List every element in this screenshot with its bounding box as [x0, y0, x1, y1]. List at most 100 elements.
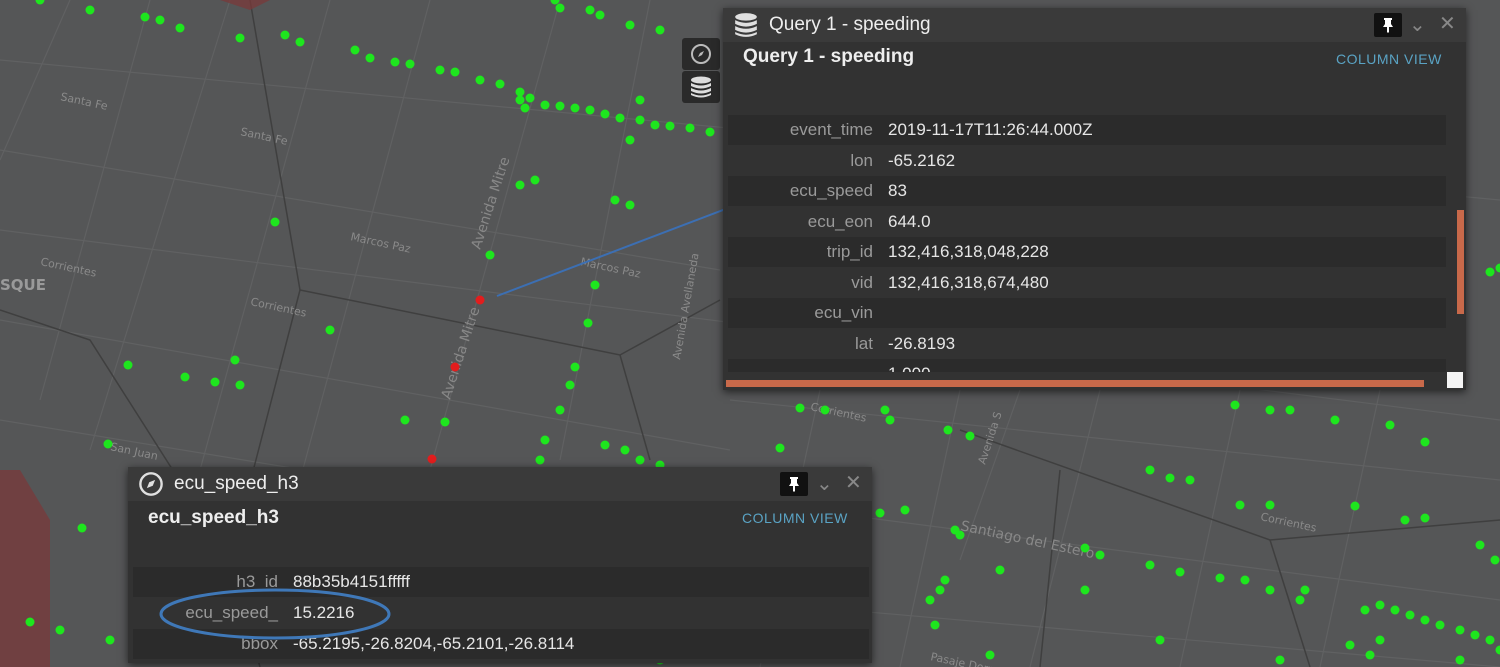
vehicle-point[interactable]	[635, 455, 645, 465]
speeding-point[interactable]	[475, 295, 485, 305]
vehicle-point[interactable]	[943, 425, 953, 435]
vehicle-point[interactable]	[570, 103, 580, 113]
vehicle-point[interactable]	[705, 127, 715, 137]
vehicle-point[interactable]	[1145, 560, 1155, 570]
vehicle-point[interactable]	[77, 523, 87, 533]
vehicle-point[interactable]	[625, 135, 635, 145]
vehicle-point[interactable]	[1295, 595, 1305, 605]
vehicle-point[interactable]	[155, 15, 165, 25]
vehicle-point[interactable]	[1475, 540, 1485, 550]
speeding-point[interactable]	[450, 362, 460, 372]
vehicle-point[interactable]	[515, 87, 525, 97]
vehicle-point[interactable]	[1215, 573, 1225, 583]
database-button[interactable]	[682, 71, 720, 103]
vehicle-point[interactable]	[625, 20, 635, 30]
compass-button[interactable]	[682, 38, 720, 70]
vehicle-point[interactable]	[280, 30, 290, 40]
vehicle-point[interactable]	[1330, 415, 1340, 425]
vehicle-point[interactable]	[665, 121, 675, 131]
vehicle-point[interactable]	[230, 355, 240, 365]
vehicle-point[interactable]	[1485, 267, 1495, 277]
vehicle-point[interactable]	[1400, 515, 1410, 525]
vehicle-point[interactable]	[1485, 635, 1495, 645]
vehicle-point[interactable]	[515, 95, 525, 105]
vehicle-point[interactable]	[820, 405, 830, 415]
vehicle-point[interactable]	[595, 10, 605, 20]
vehicle-point[interactable]	[570, 362, 580, 372]
vehicle-point[interactable]	[600, 109, 610, 119]
vehicle-point[interactable]	[103, 439, 113, 449]
vehicle-point[interactable]	[1230, 400, 1240, 410]
vehicle-point[interactable]	[965, 431, 975, 441]
vehicle-point[interactable]	[1385, 420, 1395, 430]
vehicle-point[interactable]	[485, 250, 495, 260]
vehicle-point[interactable]	[1285, 405, 1295, 415]
vehicle-point[interactable]	[1360, 605, 1370, 615]
vehicle-point[interactable]	[985, 650, 995, 660]
vehicle-point[interactable]	[235, 33, 245, 43]
vehicle-point[interactable]	[1235, 500, 1245, 510]
vehicle-point[interactable]	[450, 67, 460, 77]
vehicle-point[interactable]	[635, 115, 645, 125]
vehicle-point[interactable]	[1420, 615, 1430, 625]
vehicle-point[interactable]	[515, 180, 525, 190]
vehicle-point[interactable]	[235, 380, 245, 390]
vehicle-point[interactable]	[995, 565, 1005, 575]
vehicle-point[interactable]	[295, 37, 305, 47]
vehicle-point[interactable]	[1240, 575, 1250, 585]
vehicle-point[interactable]	[1435, 620, 1445, 630]
vehicle-point[interactable]	[85, 5, 95, 15]
vehicle-point[interactable]	[1490, 555, 1500, 565]
vehicle-point[interactable]	[495, 79, 505, 89]
vehicle-point[interactable]	[650, 120, 660, 130]
vehicle-point[interactable]	[885, 415, 895, 425]
vehicle-point[interactable]	[555, 405, 565, 415]
vehicle-point[interactable]	[935, 585, 945, 595]
vehicle-point[interactable]	[620, 445, 630, 455]
vehicle-point[interactable]	[350, 45, 360, 55]
vehicle-point[interactable]	[535, 455, 545, 465]
vehicle-point[interactable]	[930, 620, 940, 630]
vehicle-point[interactable]	[1420, 513, 1430, 523]
vehicle-point[interactable]	[1470, 630, 1480, 640]
vertical-scrollbar[interactable]	[1457, 210, 1464, 314]
vehicle-point[interactable]	[940, 575, 950, 585]
vehicle-point[interactable]	[1080, 585, 1090, 595]
vehicle-point[interactable]	[565, 380, 575, 390]
vehicle-point[interactable]	[635, 95, 645, 105]
vehicle-point[interactable]	[1265, 405, 1275, 415]
vehicle-point[interactable]	[900, 505, 910, 515]
vehicle-point[interactable]	[1455, 625, 1465, 635]
vehicle-point[interactable]	[955, 530, 965, 540]
vehicle-point[interactable]	[55, 625, 65, 635]
vehicle-point[interactable]	[585, 105, 595, 115]
vehicle-point[interactable]	[1375, 600, 1385, 610]
vehicle-point[interactable]	[1145, 465, 1155, 475]
vehicle-point[interactable]	[325, 325, 335, 335]
vehicle-point[interactable]	[1455, 655, 1465, 665]
vehicle-point[interactable]	[610, 195, 620, 205]
vehicle-point[interactable]	[1300, 585, 1310, 595]
vehicle-point[interactable]	[1420, 437, 1430, 447]
vehicle-point[interactable]	[540, 435, 550, 445]
vehicle-point[interactable]	[140, 12, 150, 22]
vehicle-point[interactable]	[600, 440, 610, 450]
vehicle-point[interactable]	[540, 100, 550, 110]
vehicle-point[interactable]	[1350, 501, 1360, 511]
vehicle-point[interactable]	[875, 508, 885, 518]
vehicle-point[interactable]	[625, 200, 635, 210]
vehicle-point[interactable]	[365, 53, 375, 63]
vehicle-point[interactable]	[175, 23, 185, 33]
vehicle-point[interactable]	[525, 93, 535, 103]
speeding-point[interactable]	[427, 454, 437, 464]
vehicle-point[interactable]	[1265, 500, 1275, 510]
vehicle-point[interactable]	[1080, 543, 1090, 553]
vehicle-point[interactable]	[435, 65, 445, 75]
vehicle-point[interactable]	[1275, 655, 1285, 665]
vehicle-point[interactable]	[105, 635, 115, 645]
vehicle-point[interactable]	[615, 113, 625, 123]
vehicle-point[interactable]	[1155, 635, 1165, 645]
vehicle-point[interactable]	[925, 595, 935, 605]
vehicle-point[interactable]	[530, 175, 540, 185]
vehicle-point[interactable]	[795, 403, 805, 413]
